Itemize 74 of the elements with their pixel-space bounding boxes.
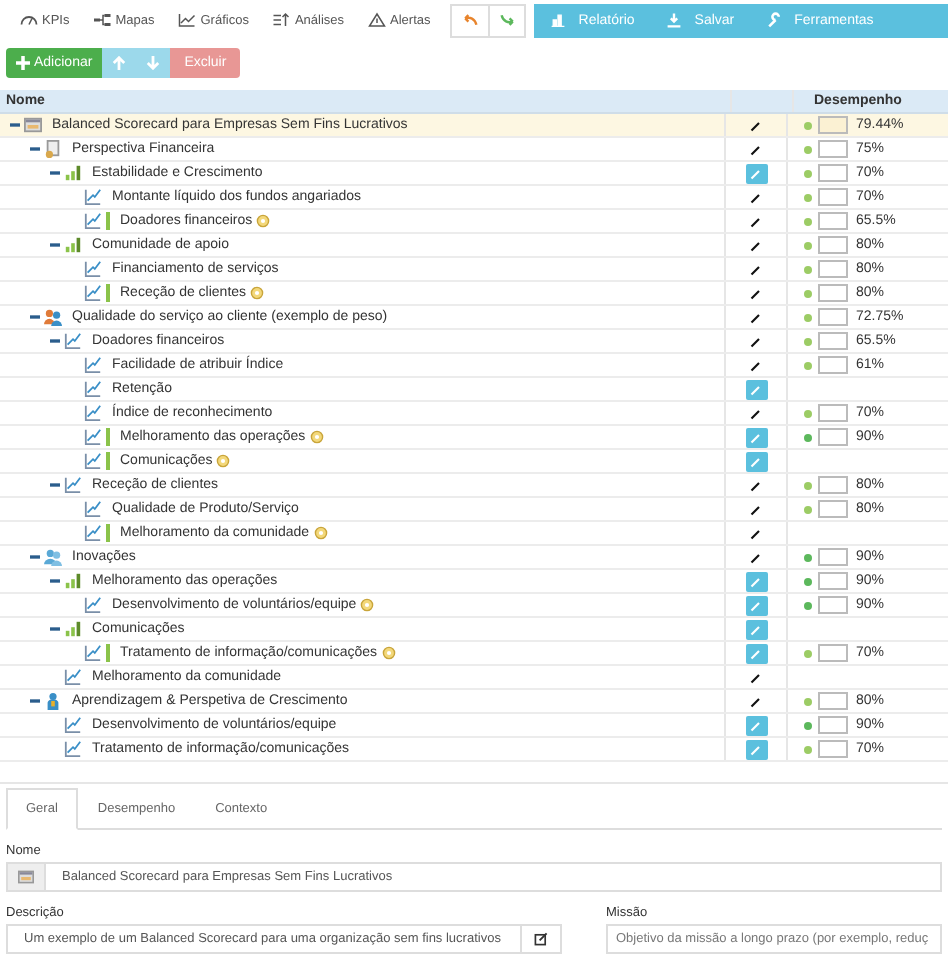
performance-box (818, 716, 848, 734)
performance-box (818, 308, 848, 326)
performance-box (818, 332, 848, 350)
people-icon (44, 308, 62, 326)
performance-box (818, 140, 848, 158)
edit-button[interactable] (522, 924, 562, 954)
performance-box (818, 476, 848, 494)
performance-box (818, 188, 848, 206)
download-icon (666, 12, 683, 28)
collapse-toggle-icon[interactable] (29, 552, 39, 562)
performance-box (818, 692, 848, 710)
line-chart-icon (178, 12, 197, 28)
scorecard-icon (18, 870, 34, 884)
users-icon (44, 548, 62, 566)
performance-box (818, 572, 848, 590)
bar-chart-icon (64, 572, 82, 590)
line-chart-icon (84, 404, 102, 422)
line-chart-icon (84, 452, 102, 470)
performance-box (818, 404, 848, 422)
line-chart-icon (64, 740, 82, 758)
collapse-toggle-icon[interactable] (49, 168, 59, 178)
performance-box (818, 236, 848, 254)
performance-box (818, 212, 848, 230)
curved-arrow-left-icon (462, 12, 479, 28)
arrow-up-icon (112, 56, 127, 70)
arrow-down-icon (146, 56, 161, 70)
collapse-toggle-icon[interactable] (29, 144, 39, 154)
performance-box (818, 596, 848, 614)
collapse-toggle-icon[interactable] (49, 480, 59, 490)
line-chart-icon (84, 188, 102, 206)
performance-box (818, 116, 848, 134)
collapse-toggle-icon[interactable] (49, 624, 59, 634)
performance-box (818, 164, 848, 182)
plus-icon (16, 56, 30, 70)
line-chart-icon (84, 380, 102, 398)
bar-chart-icon (64, 236, 82, 254)
line-chart-icon (84, 260, 102, 278)
collapse-toggle-icon[interactable] (49, 336, 59, 346)
line-chart-icon (64, 668, 82, 686)
bar-chart-icon (64, 620, 82, 638)
gauge-icon (20, 12, 38, 28)
scorecard-icon (24, 116, 42, 134)
bar-chart-icon (64, 164, 82, 182)
performance-box (818, 644, 848, 662)
performance-box (818, 548, 848, 566)
edit-icon (534, 932, 548, 946)
line-chart-icon (84, 356, 102, 374)
hierarchy-icon (93, 12, 112, 28)
collapse-toggle-icon[interactable] (29, 312, 39, 322)
performance-box (818, 500, 848, 518)
line-chart-icon (84, 500, 102, 518)
performance-box (818, 740, 848, 758)
line-chart-icon (84, 644, 102, 662)
sliders-icon (272, 12, 291, 28)
person-icon (44, 692, 62, 710)
line-chart-icon (84, 212, 102, 230)
line-chart-icon (64, 716, 82, 734)
performance-box (818, 260, 848, 278)
bar-chart-icon (550, 12, 567, 28)
line-chart-icon (84, 524, 102, 542)
curved-arrow-right-icon (499, 12, 516, 28)
warning-icon (368, 12, 387, 28)
document-coins-icon (44, 140, 62, 158)
line-chart-icon (64, 476, 82, 494)
line-chart-icon (64, 332, 82, 350)
line-chart-icon (84, 596, 102, 614)
collapse-toggle-icon[interactable] (9, 120, 19, 130)
line-chart-icon (84, 284, 102, 302)
line-chart-icon (84, 428, 102, 446)
collapse-toggle-icon[interactable] (49, 240, 59, 250)
performance-box (818, 356, 848, 374)
performance-box (818, 428, 848, 446)
performance-box (818, 284, 848, 302)
collapse-toggle-icon[interactable] (49, 576, 59, 586)
